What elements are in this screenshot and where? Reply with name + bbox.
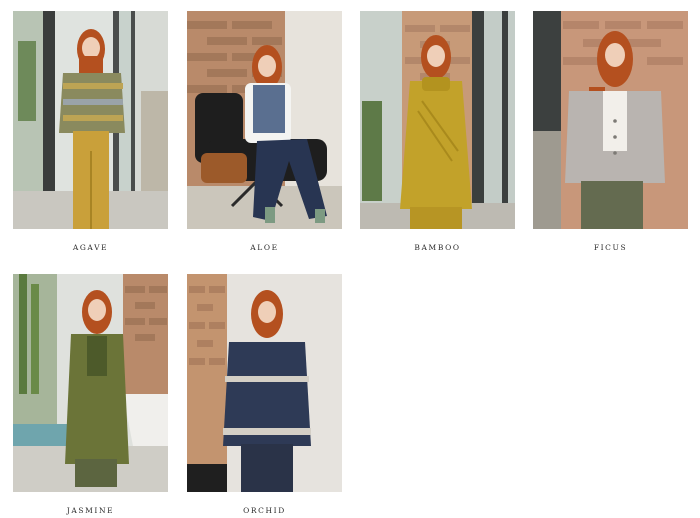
product-name-ficus[interactable]: FICUS — [533, 243, 688, 252]
product-name-aloe[interactable]: ALOE — [187, 243, 342, 252]
product-card-jasmine[interactable]: JASMINE — [13, 274, 168, 515]
jasmine-photo-illustration — [13, 274, 168, 492]
product-card-ficus[interactable]: FICUS — [533, 11, 688, 252]
product-name-orchid[interactable]: ORCHID — [187, 506, 342, 515]
product-name-bamboo[interactable]: BAMBOO — [360, 243, 515, 252]
product-photo-jasmine[interactable] — [13, 274, 168, 492]
product-photo-agave[interactable] — [13, 11, 168, 229]
aloe-photo-illustration — [187, 11, 342, 229]
product-card-agave[interactable]: AGAVE — [13, 11, 168, 252]
bamboo-photo-illustration — [360, 11, 515, 229]
orchid-photo-illustration — [187, 274, 342, 492]
product-card-orchid[interactable]: ORCHID — [187, 274, 342, 515]
ficus-photo-illustration — [533, 11, 688, 229]
product-photo-ficus[interactable] — [533, 11, 688, 229]
product-photo-bamboo[interactable] — [360, 11, 515, 229]
product-card-bamboo[interactable]: BAMBOO — [360, 11, 515, 252]
product-name-jasmine[interactable]: JASMINE — [13, 506, 168, 515]
product-card-aloe[interactable]: ALOE — [187, 11, 342, 252]
agave-photo-illustration — [13, 11, 168, 229]
product-photo-aloe[interactable] — [187, 11, 342, 229]
product-photo-orchid[interactable] — [187, 274, 342, 492]
product-name-agave[interactable]: AGAVE — [13, 243, 168, 252]
